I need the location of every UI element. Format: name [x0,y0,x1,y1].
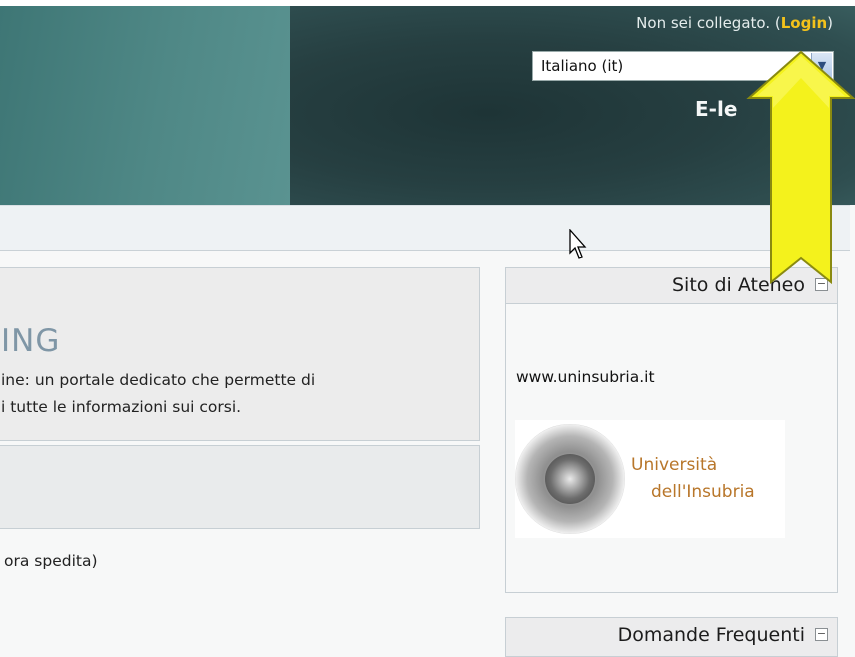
welcome-description-line-2: i tutte le informazioni sui corsi. [1,398,242,416]
sidebar-block-ateneo: Sito di Ateneo − www.uninsubria.it Unive… [505,267,838,593]
login-prefix: Non sei collegato. ( [636,14,781,32]
header-left-band [0,0,290,205]
welcome-box: ING ine: un portale dedicato che permett… [0,267,480,441]
login-link[interactable]: Login [781,14,827,32]
page-header: Non sei collegato. (Login) Italiano (it)… [0,0,855,205]
sidebar-block-faq: Domande Frequenti − [505,617,838,657]
site-name: E-le [695,97,738,121]
welcome-title: ING [1,323,61,359]
news-status-text: ora spedita) [4,552,98,570]
block-faq-title: Domande Frequenti [617,624,805,646]
logo-text-line-2: dell'Insubria [651,482,755,502]
navigation-bar [0,205,850,251]
university-seal-icon [515,424,625,534]
language-select-value: Italiano (it) [541,57,624,75]
news-header-box [0,445,480,529]
mouse-cursor-icon [569,229,587,259]
logo-text-line-1: Università [631,455,718,475]
ateneo-url-link[interactable]: www.uninsubria.it [516,368,655,386]
university-logo[interactable]: Università dell'Insubria [515,420,785,538]
welcome-description-line-1: ine: un portale dedicato che permette di [1,371,316,389]
login-info: Non sei collegato. (Login) [636,14,833,32]
login-suffix: ) [827,14,833,32]
yellow-arrow-annotation [746,50,855,285]
collapse-icon[interactable]: − [815,628,828,641]
header-top-strip [0,0,855,6]
